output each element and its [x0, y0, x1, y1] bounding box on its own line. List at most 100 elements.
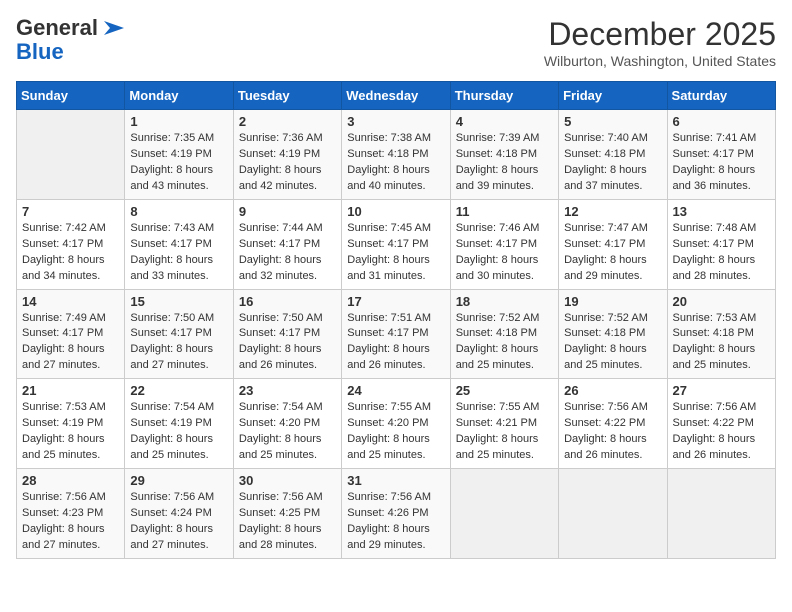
calendar-cell: 25 Sunrise: 7:55 AM Sunset: 4:21 PM Dayli… [450, 379, 558, 469]
calendar-cell: 23 Sunrise: 7:54 AM Sunset: 4:20 PM Dayli… [233, 379, 341, 469]
calendar-header-row: SundayMondayTuesdayWednesdayThursdayFrid… [17, 82, 776, 110]
day-info: Sunrise: 7:47 AM Sunset: 4:17 PM Dayligh… [564, 221, 661, 285]
day-info: Sunrise: 7:54 AM Sunset: 4:20 PM Dayligh… [239, 400, 336, 464]
calendar-cell: 17 Sunrise: 7:51 AM Sunset: 4:17 PM Dayli… [342, 289, 450, 379]
day-number: 8 [130, 204, 227, 219]
week-row-4: 21Sunrise: 7:53 AM Sunset: 4:19 PM Dayli… [17, 379, 776, 469]
day-info: Sunrise: 7:56 AM Sunset: 4:25 PM Dayligh… [239, 490, 336, 554]
calendar-cell: 14 Sunrise: 7:49 AM Sunset: 4:17 PM Dayli… [17, 289, 125, 379]
day-number: 22 [130, 383, 227, 398]
col-header-friday: Friday [559, 82, 667, 110]
calendar-cell [17, 110, 125, 200]
calendar-cell: 1 Sunrise: 7:35 AM Sunset: 4:19 PM Daylig… [125, 110, 233, 200]
day-info: Sunrise: 7:36 AM Sunset: 4:19 PM Dayligh… [239, 131, 336, 195]
col-header-saturday: Saturday [667, 82, 775, 110]
day-number: 7 [22, 204, 119, 219]
day-info: Sunrise: 7:48 AM Sunset: 4:17 PM Dayligh… [673, 221, 770, 285]
day-info: Sunrise: 7:50 AM Sunset: 4:17 PM Dayligh… [130, 311, 227, 375]
calendar-cell: 3Sunrise: 7:38 AM Sunset: 4:18 PM Daylig… [342, 110, 450, 200]
day-info: Sunrise: 7:55 AM Sunset: 4:21 PM Dayligh… [456, 400, 553, 464]
day-info: Sunrise: 7:50 AM Sunset: 4:17 PM Dayligh… [239, 311, 336, 375]
day-info: Sunrise: 7:46 AM Sunset: 4:17 PM Dayligh… [456, 221, 553, 285]
day-number: 30 [239, 473, 336, 488]
calendar-cell: 30 Sunrise: 7:56 AM Sunset: 4:25 PM Dayli… [233, 469, 341, 559]
day-number: 23 [239, 383, 336, 398]
calendar-cell: 29Sunrise: 7:56 AM Sunset: 4:24 PM Dayli… [125, 469, 233, 559]
calendar-cell: 20Sunrise: 7:53 AM Sunset: 4:18 PM Dayli… [667, 289, 775, 379]
calendar-cell: 22Sunrise: 7:54 AM Sunset: 4:19 PM Dayli… [125, 379, 233, 469]
day-number: 20 [673, 294, 770, 309]
day-info: Sunrise: 7:45 AM Sunset: 4:17 PM Dayligh… [347, 221, 444, 285]
day-number: 14 [22, 294, 119, 309]
calendar-cell: 26 Sunrise: 7:56 AM Sunset: 4:22 PM Dayli… [559, 379, 667, 469]
calendar-cell: 10 Sunrise: 7:45 AM Sunset: 4:17 PM Dayli… [342, 199, 450, 289]
day-number: 5 [564, 114, 661, 129]
day-number: 17 [347, 294, 444, 309]
day-number: 29 [130, 473, 227, 488]
calendar-table: SundayMondayTuesdayWednesdayThursdayFrid… [16, 81, 776, 559]
day-info: Sunrise: 7:38 AM Sunset: 4:18 PM Dayligh… [347, 131, 444, 195]
week-row-3: 14 Sunrise: 7:49 AM Sunset: 4:17 PM Dayli… [17, 289, 776, 379]
calendar-cell: 9Sunrise: 7:44 AM Sunset: 4:17 PM Daylig… [233, 199, 341, 289]
day-info: Sunrise: 7:49 AM Sunset: 4:17 PM Dayligh… [22, 311, 119, 375]
day-number: 10 [347, 204, 444, 219]
day-number: 15 [130, 294, 227, 309]
day-info: Sunrise: 7:55 AM Sunset: 4:20 PM Dayligh… [347, 400, 444, 464]
day-info: Sunrise: 7:35 AM Sunset: 4:19 PM Dayligh… [130, 131, 227, 195]
day-number: 26 [564, 383, 661, 398]
calendar-cell: 15 Sunrise: 7:50 AM Sunset: 4:17 PM Dayli… [125, 289, 233, 379]
calendar-cell: 12 Sunrise: 7:47 AM Sunset: 4:17 PM Dayli… [559, 199, 667, 289]
day-number: 1 [130, 114, 227, 129]
calendar-cell: 24 Sunrise: 7:55 AM Sunset: 4:20 PM Dayli… [342, 379, 450, 469]
week-row-1: 1 Sunrise: 7:35 AM Sunset: 4:19 PM Daylig… [17, 110, 776, 200]
day-info: Sunrise: 7:40 AM Sunset: 4:18 PM Dayligh… [564, 131, 661, 195]
day-info: Sunrise: 7:56 AM Sunset: 4:22 PM Dayligh… [564, 400, 661, 464]
location-subtitle: Wilburton, Washington, United States [544, 53, 776, 69]
logo-arrow-icon [100, 17, 128, 39]
col-header-monday: Monday [125, 82, 233, 110]
calendar-cell: 8 Sunrise: 7:43 AM Sunset: 4:17 PM Daylig… [125, 199, 233, 289]
calendar-cell: 31 Sunrise: 7:56 AM Sunset: 4:26 PM Dayli… [342, 469, 450, 559]
day-info: Sunrise: 7:51 AM Sunset: 4:17 PM Dayligh… [347, 311, 444, 375]
day-number: 9 [239, 204, 336, 219]
calendar-cell: 27 Sunrise: 7:56 AM Sunset: 4:22 PM Dayli… [667, 379, 775, 469]
day-info: Sunrise: 7:41 AM Sunset: 4:17 PM Dayligh… [673, 131, 770, 195]
logo: General Blue [16, 16, 128, 64]
calendar-cell: 4 Sunrise: 7:39 AM Sunset: 4:18 PM Daylig… [450, 110, 558, 200]
day-number: 4 [456, 114, 553, 129]
day-info: Sunrise: 7:56 AM Sunset: 4:26 PM Dayligh… [347, 490, 444, 554]
calendar-cell [559, 469, 667, 559]
col-header-sunday: Sunday [17, 82, 125, 110]
day-number: 24 [347, 383, 444, 398]
day-number: 18 [456, 294, 553, 309]
day-number: 6 [673, 114, 770, 129]
day-number: 28 [22, 473, 119, 488]
calendar-cell: 5 Sunrise: 7:40 AM Sunset: 4:18 PM Daylig… [559, 110, 667, 200]
calendar-cell [667, 469, 775, 559]
calendar-cell: 13Sunrise: 7:48 AM Sunset: 4:17 PM Dayli… [667, 199, 775, 289]
day-number: 16 [239, 294, 336, 309]
day-info: Sunrise: 7:39 AM Sunset: 4:18 PM Dayligh… [456, 131, 553, 195]
calendar-cell [450, 469, 558, 559]
day-number: 12 [564, 204, 661, 219]
week-row-5: 28 Sunrise: 7:56 AM Sunset: 4:23 PM Dayli… [17, 469, 776, 559]
day-info: Sunrise: 7:56 AM Sunset: 4:22 PM Dayligh… [673, 400, 770, 464]
day-info: Sunrise: 7:52 AM Sunset: 4:18 PM Dayligh… [456, 311, 553, 375]
month-title: December 2025 [544, 16, 776, 53]
day-number: 31 [347, 473, 444, 488]
day-info: Sunrise: 7:56 AM Sunset: 4:23 PM Dayligh… [22, 490, 119, 554]
calendar-cell: 18 Sunrise: 7:52 AM Sunset: 4:18 PM Dayli… [450, 289, 558, 379]
calendar-cell: 19Sunrise: 7:52 AM Sunset: 4:18 PM Dayli… [559, 289, 667, 379]
day-number: 27 [673, 383, 770, 398]
col-header-thursday: Thursday [450, 82, 558, 110]
day-info: Sunrise: 7:43 AM Sunset: 4:17 PM Dayligh… [130, 221, 227, 285]
calendar-cell: 6 Sunrise: 7:41 AM Sunset: 4:17 PM Daylig… [667, 110, 775, 200]
day-number: 25 [456, 383, 553, 398]
day-info: Sunrise: 7:52 AM Sunset: 4:18 PM Dayligh… [564, 311, 661, 375]
page-header: General Blue December 2025 Wilburton, Wa… [16, 16, 776, 69]
day-number: 11 [456, 204, 553, 219]
calendar-cell: 28 Sunrise: 7:56 AM Sunset: 4:23 PM Dayli… [17, 469, 125, 559]
calendar-cell: 21Sunrise: 7:53 AM Sunset: 4:19 PM Dayli… [17, 379, 125, 469]
day-info: Sunrise: 7:53 AM Sunset: 4:19 PM Dayligh… [22, 400, 119, 464]
title-block: December 2025 Wilburton, Washington, Uni… [544, 16, 776, 69]
